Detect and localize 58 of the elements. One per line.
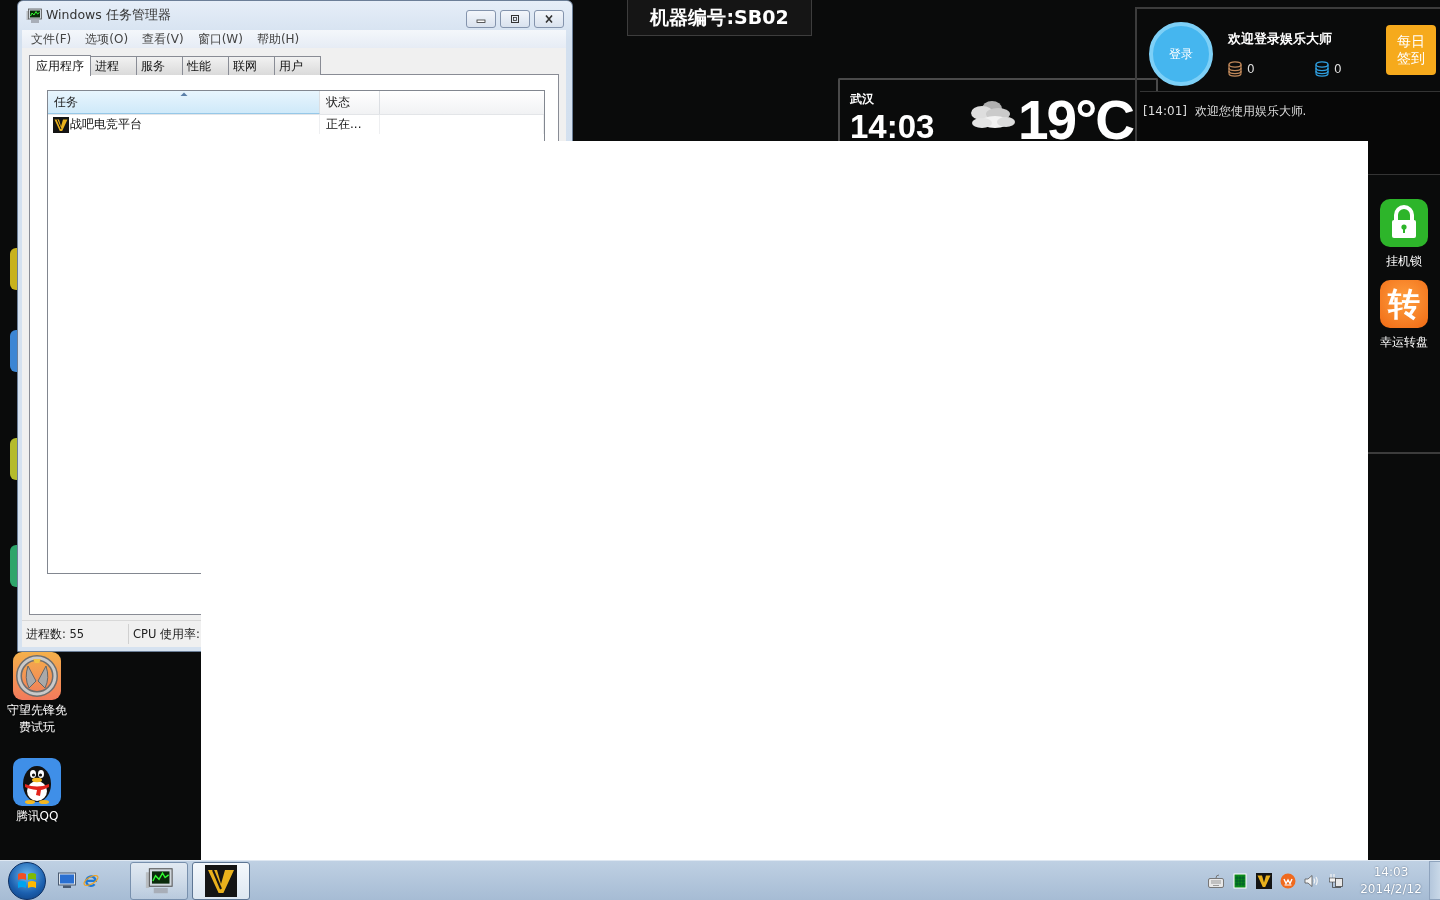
app-label[interactable]: 挂机锁 <box>1386 253 1422 270</box>
monitor-icon[interactable] <box>58 872 76 889</box>
tab[interactable]: 用户 <box>275 56 321 75</box>
tab[interactable]: 应用程序 <box>29 55 91 76</box>
v-logo-icon <box>205 864 237 897</box>
welcome-text: 欢迎登录娱乐大师 <box>1228 30 1333 48</box>
menu-item[interactable]: 查看(V) <box>135 31 191 47</box>
close-icon <box>544 15 554 23</box>
maximize-icon <box>510 15 520 23</box>
ring-emblem-icon[interactable] <box>13 652 61 700</box>
column-header[interactable]: 状态 <box>320 91 380 114</box>
maximize-button[interactable] <box>500 10 530 28</box>
app-icon[interactable] <box>10 438 17 480</box>
desktop-icon-label[interactable]: 腾讯QQ <box>5 808 69 825</box>
weather-time: 14:03 <box>850 110 936 144</box>
menu-item[interactable]: 窗口(W) <box>190 31 250 47</box>
balance-value: 0 <box>1247 62 1255 76</box>
app-icon[interactable] <box>10 330 17 372</box>
window-title: Windows 任务管理器 <box>46 7 171 24</box>
keyboard-icon[interactable] <box>1208 872 1224 889</box>
tab[interactable]: 服务 <box>137 56 183 75</box>
close-button[interactable] <box>534 10 564 28</box>
message-text: [14:01] 欢迎您使用娱乐大师. <box>1143 104 1307 118</box>
crown-badge-icon[interactable] <box>1280 872 1296 889</box>
penguin-icon[interactable] <box>13 758 61 806</box>
menu-item[interactable]: 文件(F) <box>24 31 79 47</box>
menu-item[interactable]: 选项(O) <box>78 31 136 47</box>
tab[interactable]: 进程 <box>91 56 137 75</box>
tab[interactable]: 联网 <box>229 56 275 75</box>
monitor-graph-icon <box>26 7 42 24</box>
task-name[interactable]: 战吧电竞平台 <box>70 116 142 133</box>
desktop-icon-label[interactable]: 守望先锋免费试玩 <box>5 702 69 736</box>
v-logo-icon <box>53 116 69 133</box>
balance-value: 0 <box>1334 62 1342 76</box>
tab[interactable]: 性能 <box>183 56 229 75</box>
start-button[interactable] <box>8 861 46 900</box>
network-icon[interactable] <box>1328 872 1344 889</box>
grid-icon[interactable] <box>1232 872 1248 889</box>
city-name: 武汉 <box>850 91 875 108</box>
menu-item[interactable]: 帮助(H) <box>249 31 307 47</box>
app-icon[interactable] <box>10 248 17 290</box>
taskbar-button[interactable] <box>130 861 188 900</box>
task-status: 正在... <box>326 116 362 133</box>
app-label[interactable]: 幸运转盘 <box>1380 334 1428 351</box>
machine-label: 机器编号:SB02 <box>627 0 812 36</box>
taskbar-button[interactable] <box>192 861 250 900</box>
status-text: CPU 使用率: <box>132 626 200 642</box>
padlock-icon[interactable] <box>1380 199 1428 247</box>
sort-arrow-icon <box>180 92 188 96</box>
column-header[interactable]: 任务 <box>48 91 320 114</box>
status-text: 进程数: 55 <box>22 624 129 644</box>
monitor-graph-icon <box>144 866 174 895</box>
speaker-icon[interactable] <box>1304 872 1320 889</box>
v-logo-icon[interactable] <box>1256 872 1272 889</box>
app-icon[interactable] <box>10 545 17 587</box>
flag-icon <box>17 871 37 890</box>
e-logo-icon[interactable] <box>82 872 100 889</box>
temperature: 19°C <box>1018 93 1133 148</box>
